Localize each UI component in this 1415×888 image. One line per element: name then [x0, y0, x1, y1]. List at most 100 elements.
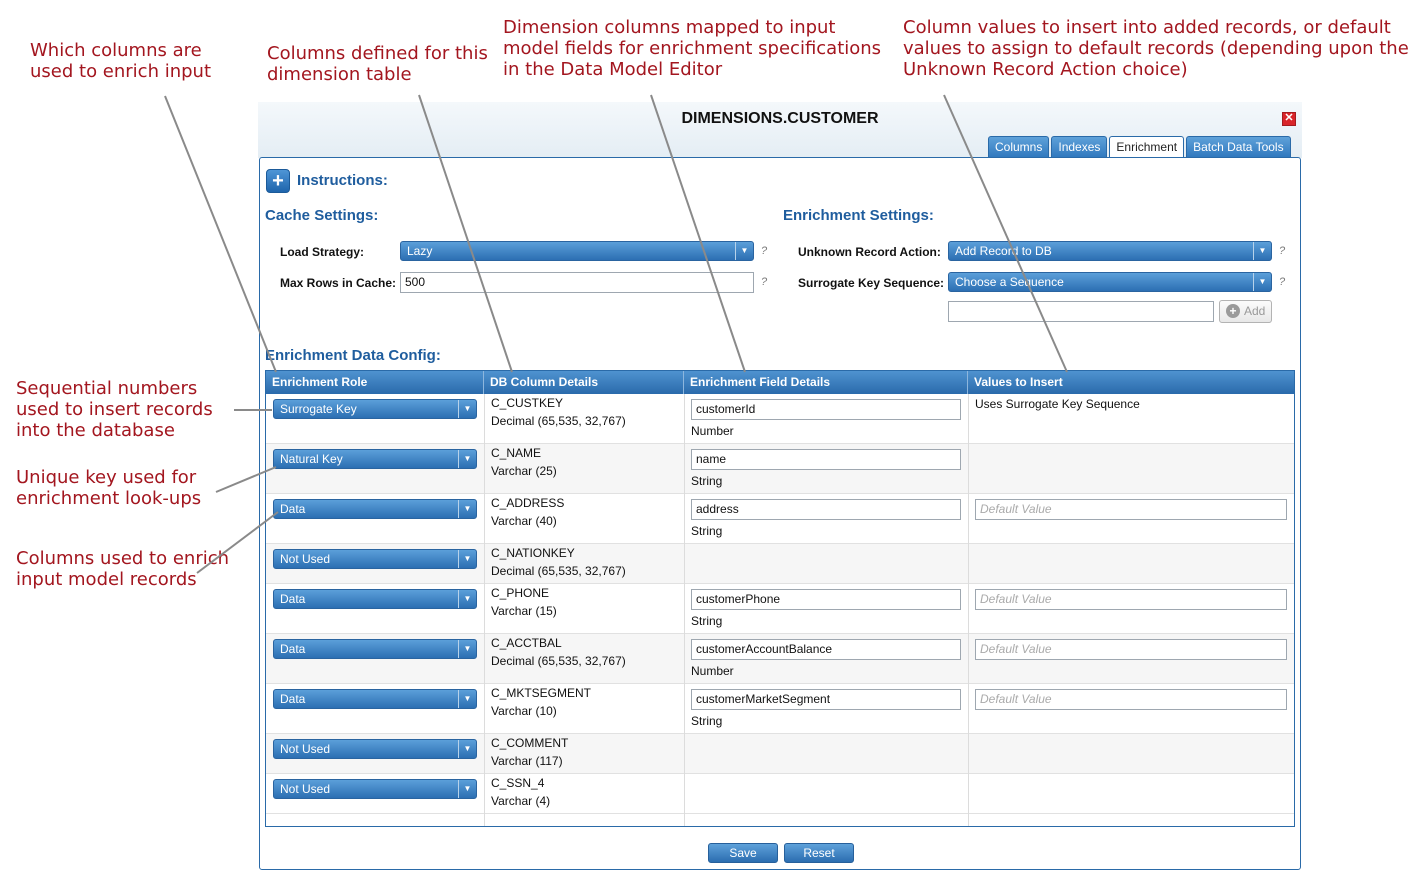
enrichment-role-value: Not Used: [280, 782, 331, 796]
enrichment-field-type: Number: [691, 664, 734, 678]
enrichment-field-type: String: [691, 714, 723, 728]
enrichment-field-input[interactable]: customerMarketSegment: [691, 689, 961, 710]
dimension-dialog: DIMENSIONS.CUSTOMER ✕ Columns Indexes En…: [258, 102, 1302, 872]
enrichment-field-input[interactable]: address: [691, 499, 961, 520]
chevron-down-icon: ▼: [1253, 273, 1271, 291]
column-header-enrichment-role[interactable]: Enrichment Role: [266, 371, 484, 394]
save-button[interactable]: Save: [708, 843, 778, 863]
chevron-down-icon: ▼: [458, 640, 476, 658]
max-rows-input[interactable]: 500: [400, 272, 754, 293]
cache-settings-title: Cache Settings:: [265, 207, 379, 224]
column-divider: [484, 394, 485, 826]
db-column-name: C_MKTSEGMENT: [491, 686, 592, 700]
db-column-name: C_CUSTKEY: [491, 396, 564, 410]
callout-columns-defined: Columns defined for this dimension table: [267, 43, 488, 85]
column-header-enrichment-field-details[interactable]: Enrichment Field Details: [684, 371, 968, 394]
instructions-label[interactable]: Instructions:: [297, 172, 388, 189]
enrichment-field-input[interactable]: name: [691, 449, 961, 470]
chevron-down-icon: ▼: [458, 500, 476, 518]
enrichment-role-select[interactable]: Data ▼: [273, 689, 477, 709]
callout-dimension-columns: Dimension columns mapped to input model …: [503, 17, 882, 80]
tab-columns[interactable]: Columns: [988, 136, 1050, 158]
unknown-record-action-label: Unknown Record Action:: [798, 245, 941, 259]
load-strategy-select[interactable]: Lazy ▼: [400, 241, 754, 261]
plus-circle-icon: +: [1226, 304, 1240, 318]
enrichment-field-type: String: [691, 614, 723, 628]
max-rows-label: Max Rows in Cache:: [280, 276, 397, 290]
help-icon[interactable]: ?: [1279, 245, 1285, 257]
callout-columns-used: Columns used to enrich input model recor…: [16, 548, 230, 590]
chevron-down-icon: ▼: [1253, 242, 1271, 260]
table-row: Surrogate Key ▼ C_CUSTKEY Decimal (65,535, …: [266, 394, 1294, 444]
tab-enrichment[interactable]: Enrichment: [1109, 136, 1185, 158]
enrichment-field-type: String: [691, 524, 723, 538]
chevron-down-icon: ▼: [458, 450, 476, 468]
enrichment-role-select[interactable]: Not Used ▼: [273, 739, 477, 759]
column-header-values-to-insert[interactable]: Values to Insert: [968, 371, 1294, 394]
enrichment-role-value: Data: [280, 502, 306, 516]
chevron-down-icon: ▼: [458, 400, 476, 418]
db-column-type: Decimal (65,535, 32,767): [491, 654, 626, 668]
db-column-type: Varchar (15): [491, 604, 557, 618]
tab-indexes[interactable]: Indexes: [1051, 136, 1108, 158]
surrogate-key-sequence-label: Surrogate Key Sequence:: [798, 276, 945, 290]
unknown-record-action-select[interactable]: Add Record to DB ▼: [948, 241, 1272, 261]
default-value-input[interactable]: Default Value: [975, 639, 1287, 660]
enrichment-role-select[interactable]: Not Used ▼: [273, 779, 477, 799]
table-row: Natural Key ▼ C_NAME Varchar (25) name String: [266, 444, 1294, 494]
chevron-down-icon: ▼: [458, 550, 476, 568]
column-header-db-column-details[interactable]: DB Column Details: [484, 371, 684, 394]
enrichment-field-type: String: [691, 474, 723, 488]
chevron-down-icon: ▼: [735, 242, 753, 260]
column-divider: [968, 394, 969, 826]
enrichment-field-input[interactable]: customerId: [691, 399, 961, 420]
values-to-insert-text: Uses Surrogate Key Sequence: [975, 397, 1140, 411]
table-row: Data ▼ C_MKTSEGMENT Varchar (10) customerMar…: [266, 684, 1294, 734]
tab-bar: Columns Indexes Enrichment Batch Data To…: [988, 136, 1293, 158]
surrogate-key-sequence-select[interactable]: Choose a Sequence ▼: [948, 272, 1272, 292]
enrichment-settings-title: Enrichment Settings:: [783, 207, 934, 224]
table-row: Data ▼ C_ACCTBAL Decimal (65,535, 32,767) cu…: [266, 634, 1294, 684]
enrichment-panel: + Instructions: Cache Settings: Load Str…: [259, 157, 1301, 870]
enrichment-role-select[interactable]: Data ▼: [273, 589, 477, 609]
db-column-type: Varchar (10): [491, 704, 557, 718]
enrichment-role-value: Data: [280, 592, 306, 606]
db-column-name: C_SSN_4: [491, 776, 545, 790]
table-row: Data ▼ C_ADDRESS Varchar (40) address String D…: [266, 494, 1294, 544]
enrichment-role-value: Data: [280, 692, 306, 706]
enrichment-role-select[interactable]: Data ▼: [273, 499, 477, 519]
plus-circle-icon[interactable]: +: [266, 169, 290, 193]
enrichment-role-select[interactable]: Not Used ▼: [273, 549, 477, 569]
new-sequence-input[interactable]: [948, 301, 1214, 322]
help-icon[interactable]: ?: [761, 276, 767, 288]
chevron-down-icon: ▼: [458, 690, 476, 708]
enrichment-role-select[interactable]: Surrogate Key ▼: [273, 399, 477, 419]
unknown-record-action-value: Add Record to DB: [955, 244, 1052, 258]
enrichment-role-select[interactable]: Data ▼: [273, 639, 477, 659]
db-column-name: C_PHONE: [491, 586, 550, 600]
default-value-input[interactable]: Default Value: [975, 589, 1287, 610]
reset-button[interactable]: Reset: [784, 843, 854, 863]
table-row: Not Used ▼ C_SSN_4 Varchar (4): [266, 774, 1294, 814]
db-column-name: C_NAME: [491, 446, 542, 460]
default-value-input[interactable]: Default Value: [975, 689, 1287, 710]
enrichment-role-select[interactable]: Natural Key ▼: [273, 449, 477, 469]
add-sequence-button[interactable]: + Add: [1219, 300, 1272, 323]
enrichment-field-input[interactable]: customerAccountBalance: [691, 639, 961, 660]
table-row: Not Used ▼ C_COMMENT Varchar (117): [266, 734, 1294, 774]
callout-sequential-numbers: Sequential numbers used to insert record…: [16, 378, 213, 441]
help-icon[interactable]: ?: [761, 245, 767, 257]
add-button-label: Add: [1244, 304, 1266, 318]
close-icon[interactable]: ✕: [1282, 112, 1296, 126]
default-value-input[interactable]: Default Value: [975, 499, 1287, 520]
table-header: Enrichment Role DB Column Details Enrich…: [266, 371, 1294, 394]
enrichment-field-input[interactable]: customerPhone: [691, 589, 961, 610]
tab-batch-data-tools[interactable]: Batch Data Tools: [1186, 136, 1291, 158]
db-column-name: C_NATIONKEY: [491, 546, 575, 560]
enrichment-role-value: Surrogate Key: [280, 402, 357, 416]
enrichment-field-type: Number: [691, 424, 734, 438]
table-row: Not Used ▼ C_NATIONKEY Decimal (65,535, 32,…: [266, 544, 1294, 584]
dialog-title: DIMENSIONS.CUSTOMER: [681, 110, 879, 127]
load-strategy-label: Load Strategy:: [280, 245, 365, 259]
help-icon[interactable]: ?: [1279, 276, 1285, 288]
